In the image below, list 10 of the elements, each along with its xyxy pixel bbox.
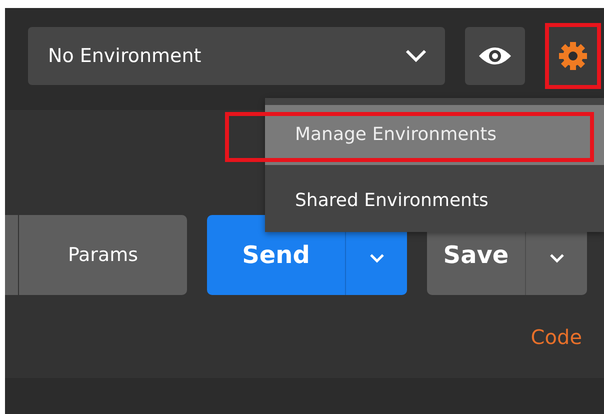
eye-button[interactable]: [465, 27, 525, 85]
chevron-down-icon: [368, 253, 384, 263]
settings-icon: [558, 41, 588, 71]
chevron-down-icon: [405, 49, 427, 63]
chevron-down-icon: [548, 253, 564, 263]
settings-button[interactable]: [545, 23, 601, 89]
params-button[interactable]: Params: [19, 215, 187, 295]
environment-select[interactable]: No Environment: [28, 27, 445, 85]
code-link[interactable]: Code: [530, 325, 582, 349]
eye-icon: [478, 45, 512, 67]
